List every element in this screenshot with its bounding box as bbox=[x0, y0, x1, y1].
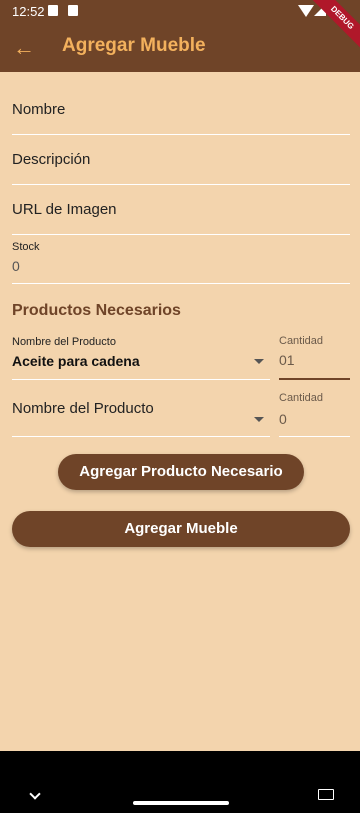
page-title: Agregar Mueble bbox=[62, 35, 206, 56]
product-dropdown[interactable]: Nombre del Producto bbox=[12, 392, 270, 437]
products-section-title: Productos Necesarios bbox=[12, 302, 181, 319]
product-label: Nombre del Producto bbox=[12, 400, 154, 417]
app-bar: ← Agregar Mueble bbox=[0, 24, 360, 72]
description-field[interactable]: Descripción bbox=[12, 136, 350, 185]
quantity-label: Cantidad bbox=[279, 392, 324, 404]
image-url-label: URL de Imagen bbox=[12, 201, 117, 218]
add-furniture-button[interactable]: Agregar Mueble bbox=[12, 511, 350, 547]
product-dropdown[interactable]: Nombre del Producto Aceite para cadena bbox=[12, 334, 270, 380]
product-selected-value: Aceite para cadena bbox=[12, 353, 140, 369]
sd-card-icon bbox=[68, 5, 78, 16]
dropdown-arrow-icon bbox=[254, 359, 264, 364]
quantity-label: Cantidad bbox=[279, 335, 324, 347]
dropdown-arrow-icon bbox=[254, 417, 264, 422]
quantity-value: 0 bbox=[279, 411, 287, 427]
product-label: Nombre del Producto bbox=[12, 336, 116, 348]
quantity-value: 01 bbox=[279, 352, 295, 368]
quantity-input[interactable]: Cantidad 0 bbox=[279, 392, 350, 437]
signal-icon bbox=[314, 4, 326, 16]
stock-value: 0 bbox=[12, 258, 20, 274]
status-bar: 12:52 bbox=[0, 0, 360, 24]
stock-label: Stock bbox=[12, 241, 40, 253]
add-product-button[interactable]: Agregar Producto Necesario bbox=[58, 454, 304, 490]
name-label: Nombre bbox=[12, 101, 66, 118]
status-time: 12:52 bbox=[12, 4, 45, 19]
name-field[interactable]: Nombre bbox=[12, 86, 350, 135]
image-url-field[interactable]: URL de Imagen bbox=[12, 186, 350, 235]
battery-icon bbox=[331, 4, 338, 17]
quantity-input[interactable]: Cantidad 01 bbox=[279, 335, 350, 380]
description-label: Descripción bbox=[12, 151, 91, 168]
arrow-back-icon[interactable]: ← bbox=[10, 34, 38, 62]
wifi-icon bbox=[298, 5, 314, 17]
stock-field[interactable]: Stock 0 bbox=[12, 236, 350, 284]
home-handle[interactable] bbox=[133, 801, 229, 805]
keyboard-icon[interactable] bbox=[318, 789, 334, 800]
a-notification-icon bbox=[48, 5, 58, 16]
